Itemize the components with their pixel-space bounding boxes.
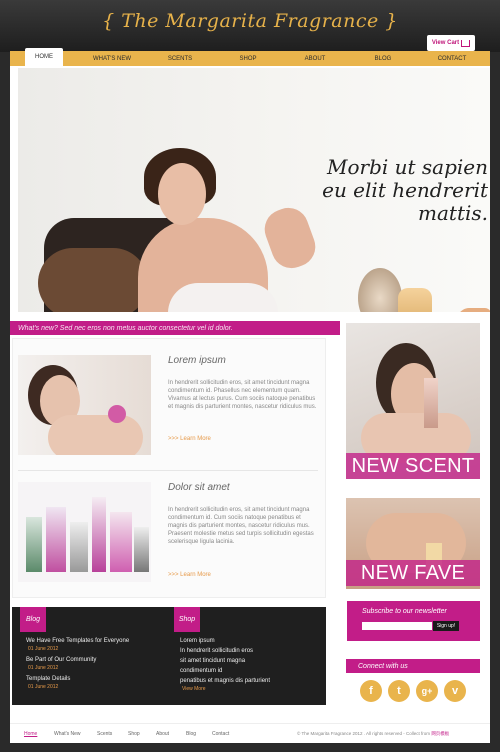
cart-icon xyxy=(461,39,471,47)
view-more-link[interactable]: View More xyxy=(182,686,206,692)
hero-title-line: Morbi ut sapien xyxy=(326,155,488,179)
copyright-link[interactable]: 网页模板 xyxy=(431,731,449,736)
hero-banner: Morbi ut sapien eu elit hendrerit mattis… xyxy=(18,68,490,312)
shop-item[interactable]: condimentum id xyxy=(180,668,222,675)
blog-tab[interactable]: Blog xyxy=(20,607,46,632)
blog-date: 01 June 2012 xyxy=(28,665,59,671)
shop-item[interactable]: sit amet tincidunt magna xyxy=(180,658,245,665)
article-image[interactable] xyxy=(18,355,151,455)
article-title: Lorem ipsum xyxy=(168,355,226,366)
article-image[interactable] xyxy=(18,482,151,582)
fur-shape xyxy=(38,248,148,312)
nav-whats-new[interactable]: WHAT'S NEW xyxy=(82,51,142,66)
footer-link-scents[interactable]: Scents xyxy=(97,731,112,737)
vimeo-icon[interactable]: v xyxy=(444,680,466,702)
newsletter-box xyxy=(347,601,480,641)
footer-link-blog[interactable]: Blog xyxy=(186,731,196,737)
shop-item[interactable]: In hendrerit sollicitudin eros xyxy=(180,648,253,655)
twitter-icon[interactable]: t xyxy=(388,680,410,702)
footer-panel xyxy=(12,607,326,705)
blog-date: 01 June 2012 xyxy=(28,684,59,690)
article-body: In hendrerit sollicitudin eros, sit amet… xyxy=(168,507,314,545)
nav-home[interactable]: HOME xyxy=(25,48,63,66)
nav-contact[interactable]: CONTACT xyxy=(428,51,476,66)
newsletter-title: Subscribe to our newsletter xyxy=(362,608,447,615)
connect-ribbon: Connect with us xyxy=(346,659,480,673)
divider xyxy=(18,470,318,471)
perfume-bottle-icon xyxy=(134,527,149,572)
perfume-bottle-icon xyxy=(398,288,432,312)
article-body: In hendrerit sollicitudin eros, sit amet… xyxy=(168,380,317,410)
google-plus-icon[interactable]: g+ xyxy=(416,680,438,702)
view-cart-button[interactable]: View Cart xyxy=(427,35,475,51)
facebook-icon[interactable]: f xyxy=(360,680,382,702)
view-cart-label: View Cart xyxy=(431,40,460,46)
copyright-text: © The Margarita Fragrance 2012 . All rig… xyxy=(297,731,449,737)
learn-more-link[interactable]: >>> Learn More xyxy=(168,572,211,578)
article: Lorem ipsum In hendrerit sollicitudin er… xyxy=(18,355,318,465)
nav-blog[interactable]: BLOG xyxy=(365,51,401,66)
footer-link-shop[interactable]: Shop xyxy=(128,731,140,737)
blog-date: 01 June 2012 xyxy=(28,646,59,652)
shop-item[interactable]: penatibus et magnis dis parturient xyxy=(180,678,270,685)
footer-link-home[interactable]: Home xyxy=(24,731,37,737)
signup-button[interactable]: Sign up! xyxy=(433,621,459,631)
footer-link-contact[interactable]: Contact xyxy=(212,731,229,737)
perfume-bottle-icon xyxy=(70,522,88,572)
site-logo[interactable]: { The Margarita Fragrance } xyxy=(0,10,500,32)
perfume-bottle-icon xyxy=(108,405,126,423)
copyright-label: © The Margarita Fragrance 2012 . All rig… xyxy=(297,731,431,736)
hero-title-line: eu elit hendrerit xyxy=(322,178,488,202)
learn-more-link[interactable]: >>> Learn More xyxy=(168,436,211,442)
perfume-bottle-icon xyxy=(26,517,42,572)
model-dress xyxy=(168,283,278,312)
newsletter-email-input[interactable] xyxy=(362,622,432,630)
new-scent-label: NEW SCENT xyxy=(346,453,480,479)
perfume-bottle-icon xyxy=(92,497,106,572)
new-fave-label: NEW FAVE xyxy=(346,560,480,586)
blog-item[interactable]: We Have Free Templates for Everyone xyxy=(26,638,129,645)
blog-item[interactable]: Template Details xyxy=(26,676,70,683)
new-fave-card[interactable]: NEW FAVE xyxy=(346,498,480,589)
model-head xyxy=(158,163,206,225)
blog-item[interactable]: Be Part of Our Community xyxy=(26,657,96,664)
nav-shop[interactable]: SHOP xyxy=(230,51,266,66)
perfume-bottle-icon xyxy=(46,507,66,572)
hero-title: Morbi ut sapien eu elit hendrerit mattis… xyxy=(298,156,488,225)
amber-rock xyxy=(453,308,490,312)
footer-link-whats-new[interactable]: What's New xyxy=(54,731,81,737)
nav-about[interactable]: ABOUT xyxy=(295,51,335,66)
ribbon-tip xyxy=(330,321,338,335)
shop-item[interactable]: Lorem ipsum xyxy=(180,638,215,645)
article: Dolor sit amet In hendrerit sollicitudin… xyxy=(18,482,318,592)
shop-tab[interactable]: Shop xyxy=(174,607,200,632)
shoulder-shape xyxy=(48,415,143,455)
new-scent-card[interactable]: NEW SCENT xyxy=(346,323,480,479)
whats-new-ribbon: What's new? Sed nec eros non metus aucto… xyxy=(10,321,340,335)
perfume-bottle-icon xyxy=(424,378,438,428)
hero-title-line: mattis. xyxy=(418,201,488,225)
main-nav: HOME WHAT'S NEW SCENTS SHOP ABOUT BLOG C… xyxy=(10,48,490,66)
perfume-bottle-icon xyxy=(110,512,132,572)
article-title: Dolor sit amet xyxy=(168,482,230,493)
nav-scents[interactable]: SCENTS xyxy=(160,51,200,66)
perfume-bottle-icon xyxy=(358,268,402,312)
footer-link-about[interactable]: About xyxy=(156,731,169,737)
